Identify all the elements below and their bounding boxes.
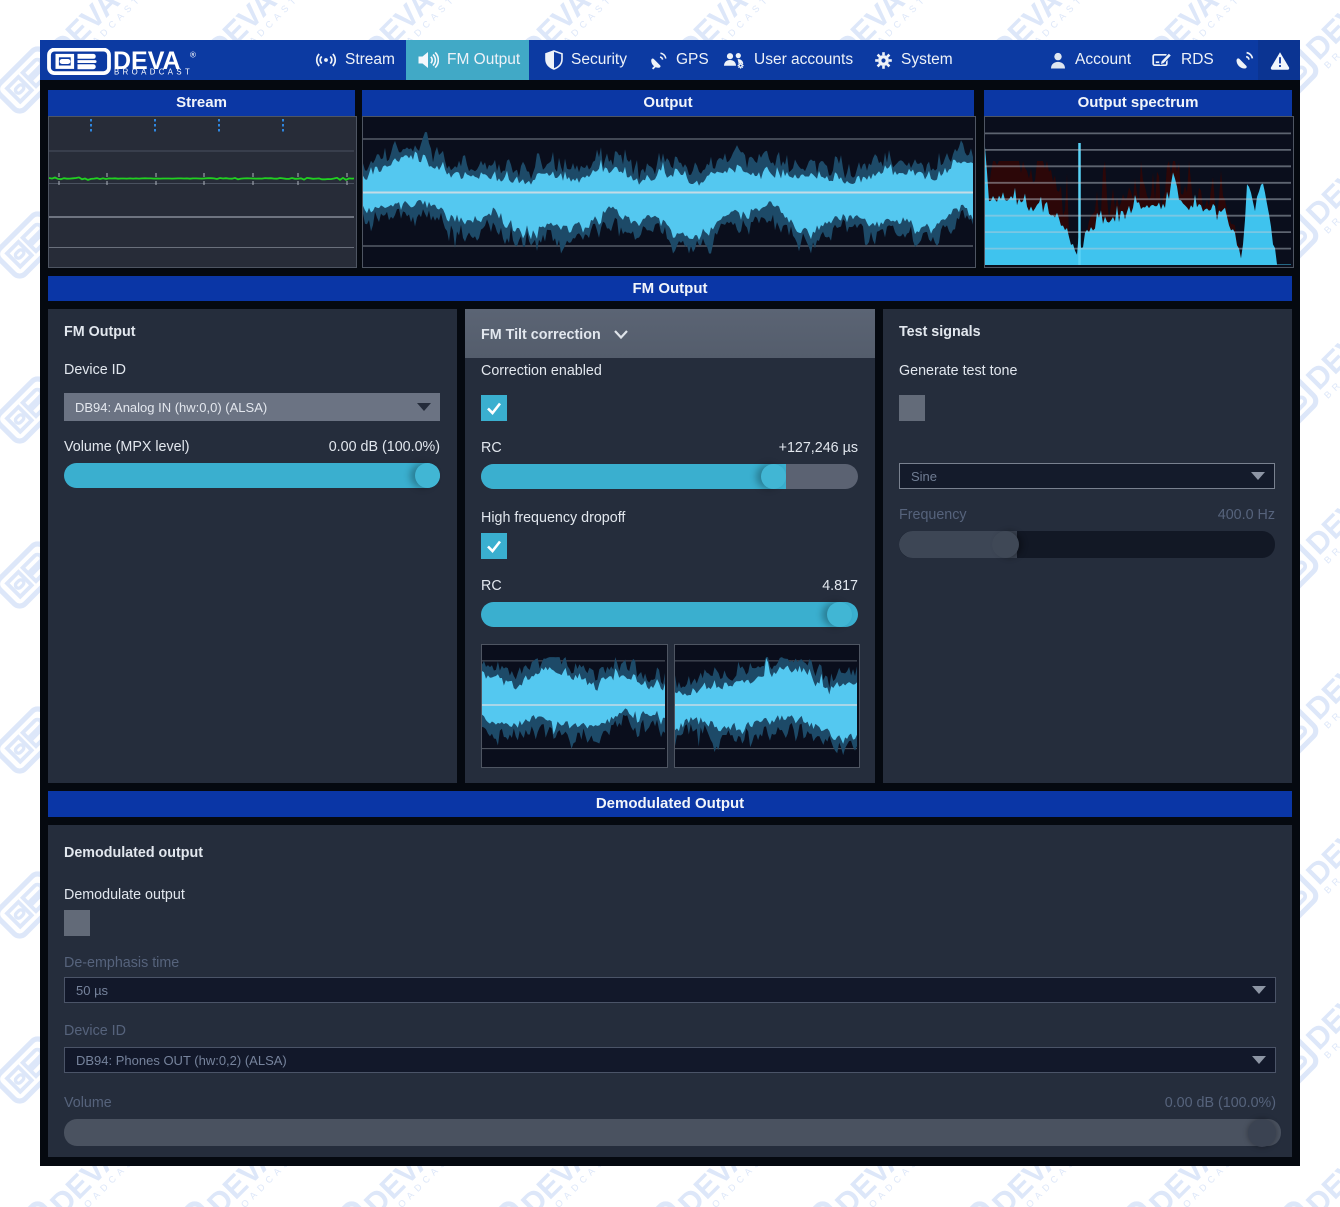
svg-text:BROADCAST: BROADCAST — [114, 68, 193, 76]
svg-text:®: ® — [190, 51, 196, 60]
